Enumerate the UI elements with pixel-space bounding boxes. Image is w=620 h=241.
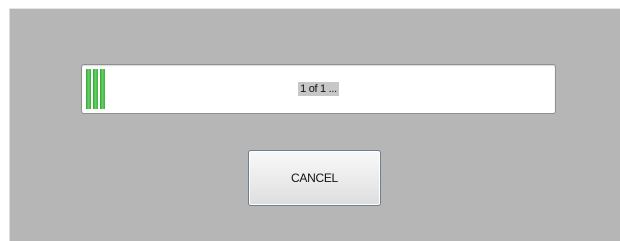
cancel-button[interactable]: CANCEL [248, 150, 381, 206]
progress-bar: 1 of 1 ... [81, 64, 556, 114]
progress-status: 1 of 1 ... [82, 82, 555, 96]
progress-dialog: 1 of 1 ... CANCEL [9, 8, 620, 241]
progress-status-text: 1 of 1 ... [298, 82, 339, 96]
